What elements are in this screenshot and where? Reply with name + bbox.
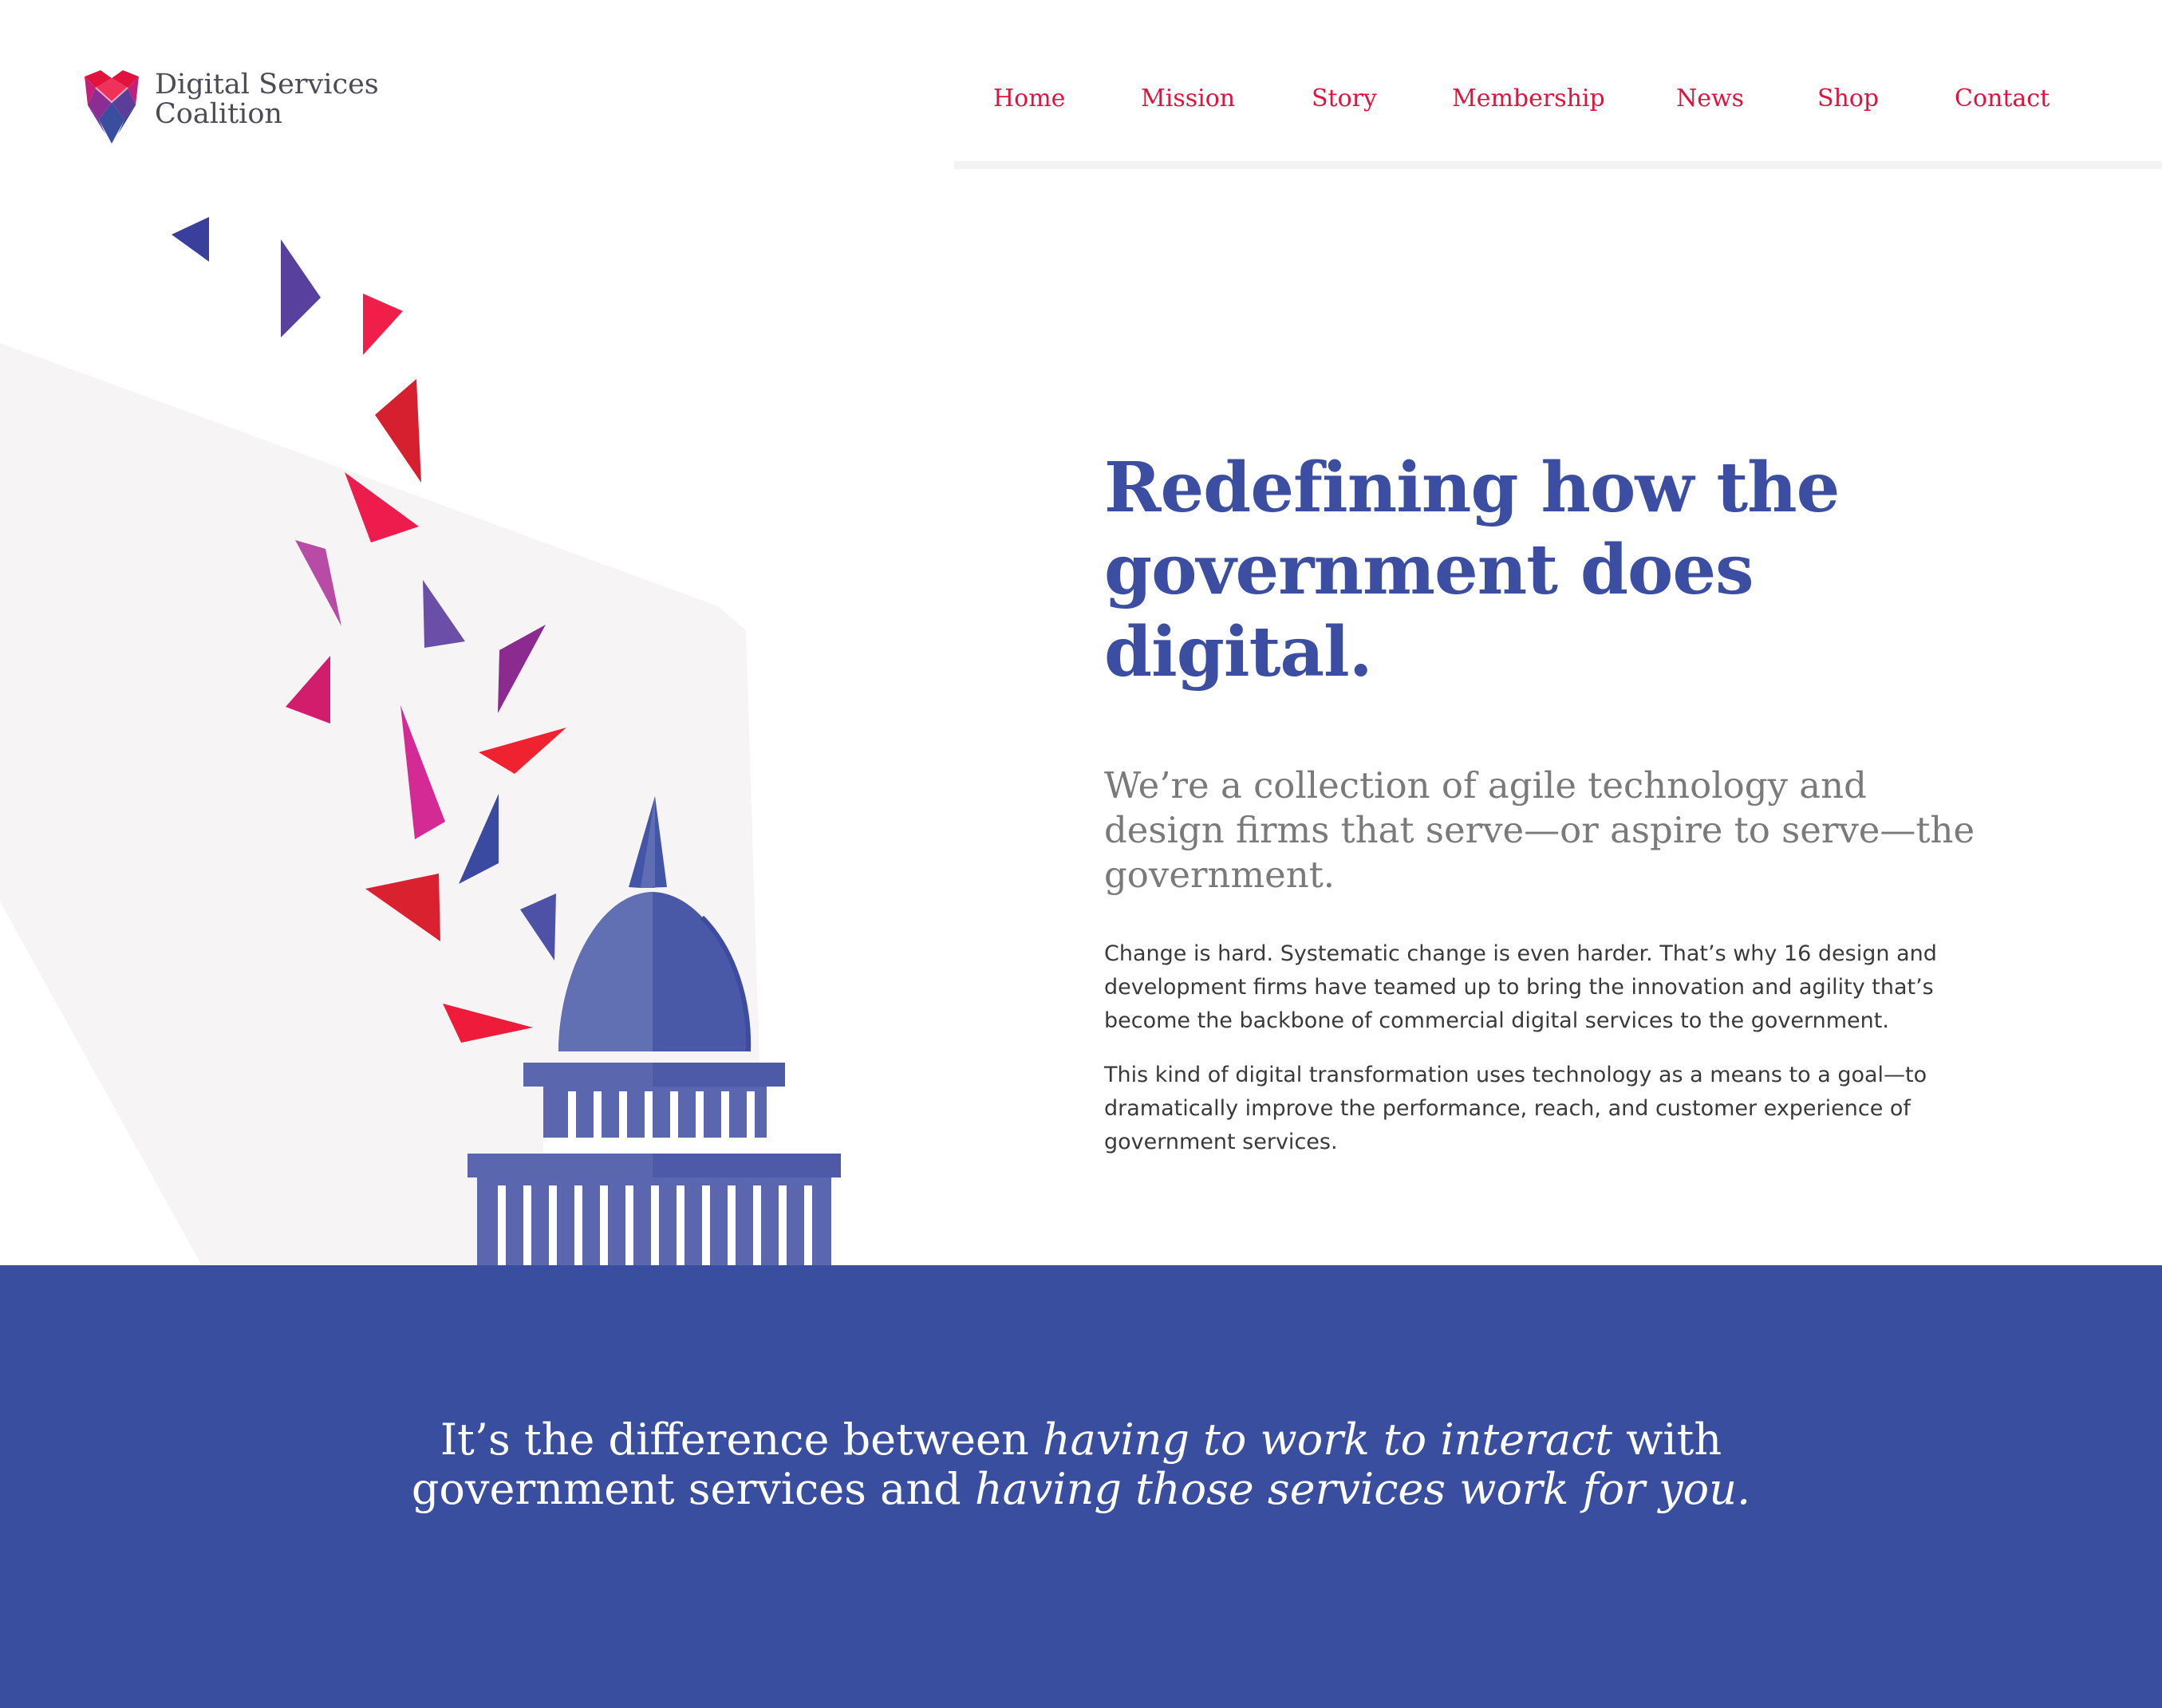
- nav-story[interactable]: Story: [1312, 85, 1377, 112]
- nav-divider: [954, 161, 2162, 169]
- confetti-piece: [172, 217, 209, 262]
- quote-emphasis-2: having those services work for you.: [974, 1464, 1751, 1514]
- capitol-illustration: [0, 217, 841, 1268]
- confetti-piece: [281, 239, 321, 337]
- nav-mission[interactable]: Mission: [1141, 85, 1235, 112]
- hero-headline: Redefining how the government does digit…: [1104, 447, 2006, 693]
- quote-banner: It’s the difference between having to wo…: [0, 1265, 2162, 1708]
- hero-paragraph-2: This kind of digital transformation uses…: [1104, 1063, 1927, 1154]
- banner-quote: It’s the difference between having to wo…: [0, 1415, 2162, 1514]
- nav-shop[interactable]: Shop: [1817, 85, 1879, 112]
- headline-line-1: Redefining how the: [1104, 448, 1840, 528]
- hero-subhead: We’re a collection of agile technology a…: [1104, 764, 1975, 896]
- hero-paragraph-1: Change is hard. Systematic change is eve…: [1104, 941, 1937, 1033]
- nav-contact[interactable]: Contact: [1955, 85, 2050, 112]
- nav-membership[interactable]: Membership: [1452, 85, 1605, 112]
- nav-home[interactable]: Home: [993, 85, 1065, 112]
- confetti-piece: [363, 294, 403, 355]
- quote-segment-3: with: [1612, 1414, 1722, 1465]
- confetti-piece: [375, 379, 421, 483]
- quote-segment-1: It’s the difference between: [440, 1414, 1043, 1465]
- headline-line-2: government does digital.: [1104, 530, 1754, 692]
- quote-segment-4: government services and: [411, 1464, 975, 1514]
- nav-news[interactable]: News: [1676, 85, 1744, 112]
- quote-emphasis-1: having to work to interact: [1042, 1414, 1613, 1465]
- hero-text: Redefining how the government does digit…: [1104, 447, 2006, 1159]
